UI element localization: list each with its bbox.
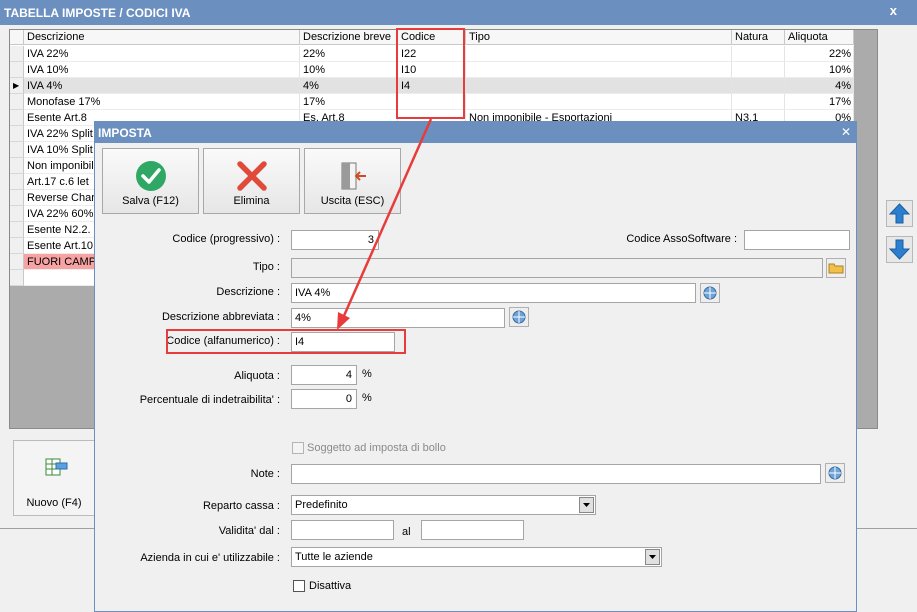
annotation-arrow <box>337 118 433 330</box>
